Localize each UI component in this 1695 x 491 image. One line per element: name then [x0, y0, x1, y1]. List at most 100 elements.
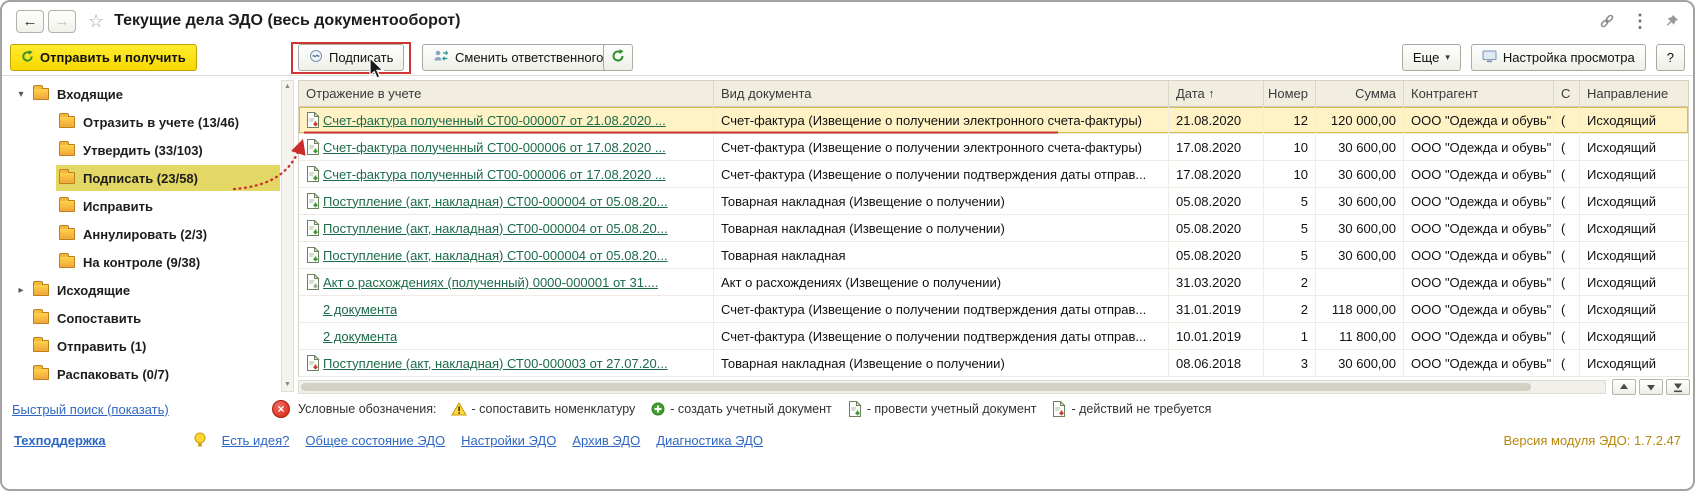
- sidebar-item[interactable]: ▸ Исходящие: [12, 276, 280, 304]
- back-button[interactable]: ←: [16, 9, 44, 33]
- collapse-icon[interactable]: ▾: [12, 89, 30, 100]
- forward-arrow-icon: →: [54, 12, 70, 30]
- change-responsible-button[interactable]: Сменить ответственного: [422, 44, 615, 71]
- sidebar-item-label: Входящие: [57, 86, 123, 102]
- scroll-down-icon[interactable]: ▼: [282, 379, 293, 391]
- send-receive-button[interactable]: Отправить и получить: [10, 44, 197, 71]
- column-header[interactable]: Вид документа: [714, 81, 1169, 106]
- table-row[interactable]: 2 документа Счет-фактура (Извещение о пол…: [299, 296, 1688, 323]
- doc-type-cell: Счет-фактура (Извещение о получении подт…: [714, 161, 1169, 187]
- document-link[interactable]: Счет-фактура полученный СТ00-000007 от 2…: [323, 113, 666, 128]
- contragent-cell: ООО "Одежда и обувь": [1404, 242, 1554, 268]
- link-icon[interactable]: [1599, 13, 1615, 29]
- sum-cell: 120 000,00: [1316, 107, 1404, 133]
- document-link[interactable]: Поступление (акт, накладная) СТ00-000004…: [323, 221, 668, 236]
- favorite-star-icon[interactable]: ☆: [88, 11, 104, 32]
- reflection-cell: Счет-фактура полученный СТ00-000007 от 2…: [299, 107, 714, 133]
- sidebar-item[interactable]: ▾ Входящие: [12, 80, 280, 108]
- document-link[interactable]: 2 документа: [323, 329, 397, 344]
- footer-link[interactable]: Диагностика ЭДО: [656, 433, 763, 448]
- menu-dots-icon[interactable]: ⋮: [1631, 11, 1649, 32]
- more-button[interactable]: Еще ▾: [1401, 44, 1461, 71]
- sidebar-item[interactable]: Сопоставить: [12, 304, 280, 332]
- sum-cell: 11 800,00: [1316, 323, 1404, 349]
- scroll-to-end-button[interactable]: [1666, 379, 1690, 395]
- document-link[interactable]: 2 документа: [323, 302, 397, 317]
- footer: Техподдержка Есть идея? Общее состояние …: [14, 429, 1681, 451]
- doc-type-cell: Товарная накладная (Извещение о получени…: [714, 215, 1169, 241]
- pin-icon[interactable]: [1665, 14, 1679, 28]
- hscroll-thumb[interactable]: [301, 383, 1531, 391]
- sidebar-item[interactable]: Распаковать (0/7): [12, 360, 280, 388]
- date-cell: 10.01.2019: [1169, 323, 1264, 349]
- help-button[interactable]: ?: [1655, 44, 1685, 71]
- number-cell: 5: [1264, 188, 1316, 214]
- sidebar-item[interactable]: Исправить: [12, 192, 280, 220]
- document-link[interactable]: Акт о расхождениях (полученный) 0000-000…: [323, 275, 658, 290]
- refresh-button[interactable]: [603, 44, 633, 71]
- footer-link[interactable]: Общее состояние ЭДО: [305, 433, 445, 448]
- column-header[interactable]: Номер: [1264, 81, 1316, 106]
- number-cell: 2: [1264, 296, 1316, 322]
- document-link[interactable]: Поступление (акт, накладная) СТ00-000004…: [323, 194, 668, 209]
- sidebar-item[interactable]: На контроле (9/38): [12, 248, 280, 276]
- column-header[interactable]: Отражение в учете: [299, 81, 714, 106]
- table-row[interactable]: Поступление (акт, накладная) СТ00-000004…: [299, 215, 1688, 242]
- idea-link[interactable]: Есть идея?: [222, 433, 290, 448]
- table-row[interactable]: Счет-фактура полученный СТ00-000006 от 1…: [299, 161, 1688, 188]
- document-status-icon: [306, 166, 323, 182]
- view-settings-label: Настройка просмотра: [1502, 50, 1635, 65]
- table-row[interactable]: Поступление (акт, накладная) СТ00-000004…: [299, 242, 1688, 269]
- send-receive-label: Отправить и получить: [40, 50, 186, 65]
- table-header: Отражение в учете Вид документа Дата ↑ Номер…: [299, 81, 1688, 107]
- state-cell: (: [1554, 323, 1580, 349]
- change-responsible-label: Сменить ответственного: [455, 50, 604, 65]
- column-header[interactable]: С: [1554, 81, 1580, 106]
- column-header[interactable]: Направление: [1580, 81, 1688, 106]
- date-cell: 31.03.2020: [1169, 269, 1264, 295]
- doc-type-cell: Акт о расхождениях (Извещение о получени…: [714, 269, 1169, 295]
- footer-link[interactable]: Настройки ЭДО: [461, 433, 556, 448]
- folder-icon: [33, 85, 49, 100]
- document-link[interactable]: Счет-фактура полученный СТ00-000006 от 1…: [323, 167, 666, 182]
- footer-link[interactable]: Архив ЭДО: [572, 433, 640, 448]
- sign-button[interactable]: Подписать: [298, 44, 405, 71]
- sidebar-item[interactable]: Отправить (1): [12, 332, 280, 360]
- sidebar-item[interactable]: Отразить в учете (13/46): [12, 108, 280, 136]
- date-cell: 17.08.2020: [1169, 134, 1264, 160]
- document-link[interactable]: Счет-фактура полученный СТ00-000006 от 1…: [323, 140, 666, 155]
- table-row[interactable]: 2 документа Счет-фактура (Извещение о пол…: [299, 323, 1688, 350]
- document-link[interactable]: Поступление (акт, накладная) СТ00-000004…: [323, 248, 668, 263]
- document-link[interactable]: Поступление (акт, накладная) СТ00-000003…: [323, 356, 668, 371]
- scroll-page-down-button[interactable]: [1639, 379, 1663, 395]
- quick-search-link[interactable]: Быстрый поиск (показать): [12, 402, 169, 417]
- support-link[interactable]: Техподдержка: [14, 433, 106, 448]
- date-cell: 08.06.2018: [1169, 350, 1264, 376]
- table-hscrollbar[interactable]: [298, 380, 1606, 394]
- column-header[interactable]: Сумма: [1316, 81, 1404, 106]
- table-row[interactable]: Поступление (акт, накладная) СТ00-000003…: [299, 350, 1688, 377]
- close-button[interactable]: ×: [272, 400, 290, 418]
- expand-icon[interactable]: ▸: [12, 285, 30, 296]
- scroll-up-icon[interactable]: ▲: [282, 81, 293, 93]
- column-header[interactable]: Контрагент: [1404, 81, 1554, 106]
- table-row[interactable]: Счет-фактура полученный СТ00-000007 от 2…: [299, 107, 1688, 134]
- table-row[interactable]: Поступление (акт, накладная) СТ00-000004…: [299, 188, 1688, 215]
- legend-items: - сопоставить номенклатуру - создать учет…: [450, 401, 1211, 417]
- sidebar-item-label: Отправить (1): [57, 338, 147, 354]
- sidebar-tree: ▾ Входящие Отразить в учете (13/46) Утверди…: [12, 80, 280, 388]
- date-cell: 05.08.2020: [1169, 242, 1264, 268]
- scroll-page-up-button[interactable]: [1612, 379, 1636, 395]
- table-row[interactable]: Счет-фактура полученный СТ00-000006 от 1…: [299, 134, 1688, 161]
- document-status-icon: [306, 139, 323, 155]
- column-header[interactable]: Дата ↑: [1169, 81, 1264, 106]
- forward-button[interactable]: →: [48, 9, 76, 33]
- sidebar-scrollbar[interactable]: ▲ ▼: [281, 80, 294, 392]
- direction-cell: Исходящий: [1587, 355, 1656, 371]
- sidebar-item[interactable]: Утвердить (33/103): [12, 136, 280, 164]
- sidebar-item[interactable]: Аннулировать (2/3): [12, 220, 280, 248]
- table-row[interactable]: Акт о расхождениях (полученный) 0000-000…: [299, 269, 1688, 296]
- sidebar-item[interactable]: Подписать (23/58): [12, 164, 280, 192]
- view-settings-button[interactable]: Настройка просмотра: [1470, 44, 1646, 71]
- folder-icon: [33, 309, 49, 324]
